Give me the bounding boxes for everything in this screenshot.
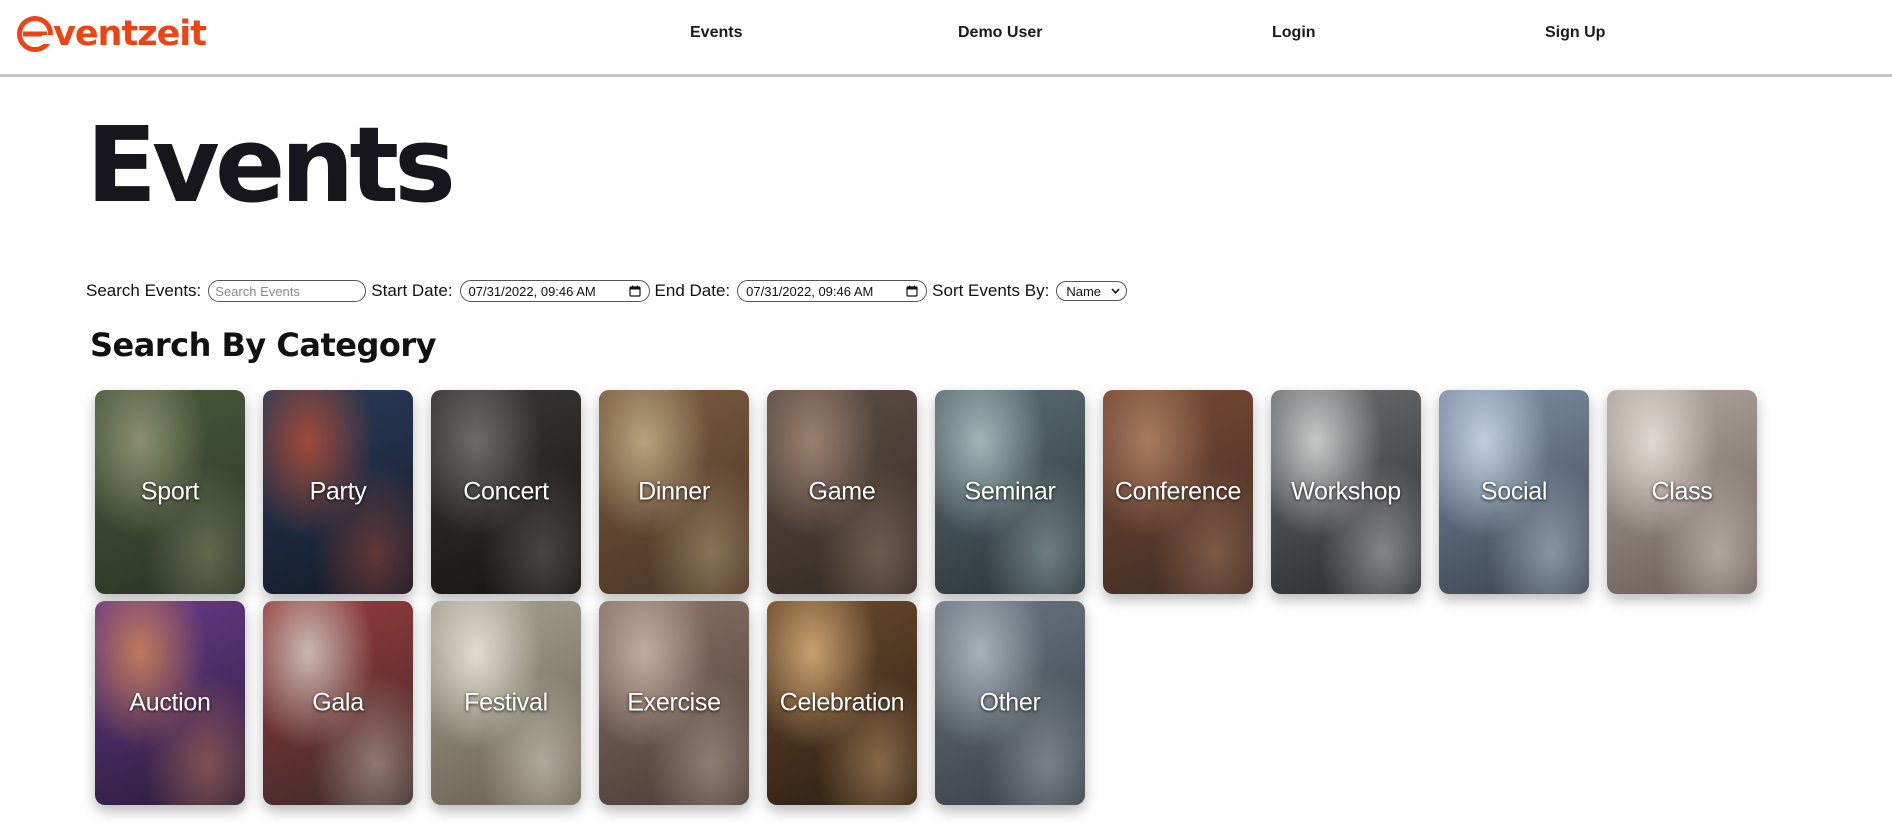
category-label: Conference (1114, 477, 1242, 506)
nav-sign-up[interactable]: Sign Up (1545, 23, 1605, 43)
nav-events[interactable]: Events (690, 23, 742, 43)
category-label: Other (979, 688, 1041, 717)
category-card-other[interactable]: Other (935, 601, 1085, 805)
end-date-input[interactable]: 07/31/2022, 09:46 AM (737, 280, 928, 302)
category-label: Party (309, 477, 367, 506)
category-label: Festival (464, 688, 548, 717)
category-label: Game (808, 477, 876, 506)
nav-demo-user[interactable]: Demo User (958, 23, 1042, 43)
calendar-icon[interactable] (906, 285, 918, 297)
category-label: Celebration (779, 688, 905, 717)
nav-login[interactable]: Login (1272, 23, 1316, 43)
category-label: Concert (463, 477, 549, 506)
category-label: Social (1480, 477, 1548, 506)
category-label: Seminar (964, 477, 1056, 506)
category-card-class[interactable]: Class (1607, 390, 1757, 594)
start-date-value: 07/31/2022, 09:46 AM (468, 283, 596, 299)
top-navbar: ventzeit Events Demo User Login Sign Up (0, 0, 1892, 77)
sort-select[interactable]: Name (1056, 281, 1128, 301)
category-card-festival[interactable]: Festival (431, 601, 581, 805)
category-card-party[interactable]: Party (263, 390, 413, 594)
event-filters: Search Events: Start Date: 07/31/2022, 0… (86, 279, 1128, 303)
category-card-conference[interactable]: Conference (1103, 390, 1253, 594)
start-date-label: Start Date: (371, 281, 453, 300)
category-label: Dinner (638, 477, 710, 506)
category-label: Auction (129, 688, 211, 717)
logo-text: ventzeit (53, 13, 207, 54)
category-card-social[interactable]: Social (1439, 390, 1589, 594)
category-card-celebration[interactable]: Celebration (767, 601, 917, 805)
start-date-input[interactable]: 07/31/2022, 09:46 AM (459, 280, 650, 302)
brand-logo[interactable]: ventzeit (16, 12, 207, 56)
category-card-concert[interactable]: Concert (431, 390, 581, 594)
search-label: Search Events: (86, 281, 202, 300)
sort-selected-value: Name (1066, 283, 1102, 299)
sort-label: Sort Events By: (932, 281, 1050, 300)
category-card-auction[interactable]: Auction (95, 601, 245, 805)
category-label: Sport (140, 477, 200, 506)
category-card-sport[interactable]: Sport (95, 390, 245, 594)
category-card-dinner[interactable]: Dinner (599, 390, 749, 594)
category-label: Exercise (627, 688, 721, 717)
chevron-down-icon (1111, 288, 1120, 294)
category-card-exercise[interactable]: Exercise (599, 601, 749, 805)
calendar-icon[interactable] (628, 285, 641, 297)
category-label: Gala (312, 688, 364, 717)
logo-e-icon (17, 16, 54, 52)
category-section-title: Search By Category (90, 326, 437, 364)
category-card-workshop[interactable]: Workshop (1271, 390, 1421, 594)
end-date-value: 07/31/2022, 09:46 AM (746, 283, 874, 299)
category-label: Class (1651, 477, 1713, 506)
category-card-seminar[interactable]: Seminar (935, 390, 1085, 594)
category-card-gala[interactable]: Gala (263, 601, 413, 805)
page-title: Events (86, 104, 456, 226)
category-card-game[interactable]: Game (767, 390, 917, 594)
end-date-label: End Date: (654, 281, 731, 300)
search-input[interactable] (208, 280, 367, 302)
category-label: Workshop (1291, 477, 1401, 506)
